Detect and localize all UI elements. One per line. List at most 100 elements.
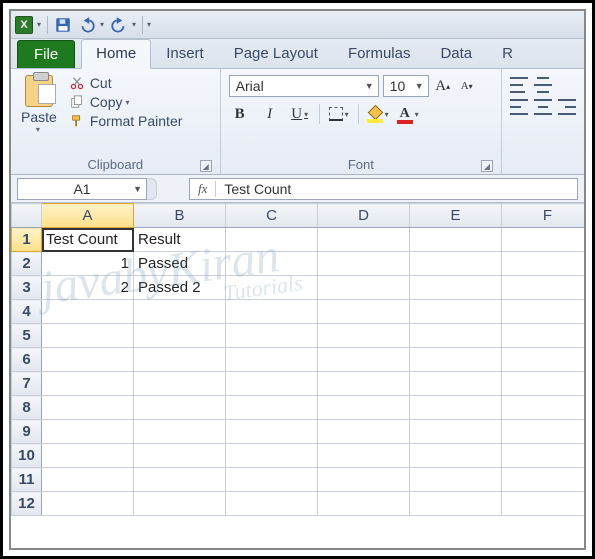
col-header-C[interactable]: C bbox=[226, 204, 318, 228]
row-header-8[interactable]: 8 bbox=[12, 396, 42, 420]
cell[interactable] bbox=[226, 468, 318, 492]
cell[interactable] bbox=[410, 468, 502, 492]
row-header-11[interactable]: 11 bbox=[12, 468, 42, 492]
cell[interactable] bbox=[134, 324, 226, 348]
cell-C1[interactable] bbox=[226, 228, 318, 252]
paste-dropdown-icon[interactable]: ▾ bbox=[36, 125, 40, 134]
undo-icon[interactable] bbox=[78, 16, 96, 34]
cell[interactable] bbox=[42, 444, 134, 468]
cell-C2[interactable] bbox=[226, 252, 318, 276]
cell-A3[interactable]: 2 bbox=[42, 276, 134, 300]
qat-customize-icon[interactable]: ▾ bbox=[147, 20, 151, 29]
cell[interactable] bbox=[134, 492, 226, 516]
cell[interactable] bbox=[502, 348, 585, 372]
underline-button[interactable]: U▾ bbox=[289, 103, 311, 125]
cell[interactable] bbox=[410, 492, 502, 516]
cell-B3[interactable]: Passed 2 bbox=[134, 276, 226, 300]
tab-insert[interactable]: Insert bbox=[151, 39, 219, 68]
cell[interactable] bbox=[226, 324, 318, 348]
cell[interactable] bbox=[410, 444, 502, 468]
cell[interactable] bbox=[318, 324, 410, 348]
row-header-6[interactable]: 6 bbox=[12, 348, 42, 372]
cell-D2[interactable] bbox=[318, 252, 410, 276]
row-header-9[interactable]: 9 bbox=[12, 420, 42, 444]
cell-E1[interactable] bbox=[410, 228, 502, 252]
cell-D3[interactable] bbox=[318, 276, 410, 300]
font-color-button[interactable]: A▾ bbox=[397, 103, 419, 125]
row-header-1[interactable]: 1 bbox=[12, 228, 42, 252]
cell[interactable] bbox=[318, 300, 410, 324]
row-header-12[interactable]: 12 bbox=[12, 492, 42, 516]
cell[interactable] bbox=[410, 420, 502, 444]
tab-data[interactable]: Data bbox=[425, 39, 487, 68]
align-right-button[interactable] bbox=[558, 99, 576, 115]
cell[interactable] bbox=[318, 348, 410, 372]
align-left-button[interactable] bbox=[510, 99, 528, 115]
cell[interactable] bbox=[134, 420, 226, 444]
cell[interactable] bbox=[42, 492, 134, 516]
redo-icon[interactable] bbox=[110, 16, 128, 34]
cell[interactable] bbox=[134, 348, 226, 372]
cell-B1[interactable]: Result bbox=[134, 228, 226, 252]
cell[interactable] bbox=[502, 444, 585, 468]
name-box-resize-handle[interactable] bbox=[147, 178, 157, 200]
cell-F2[interactable] bbox=[502, 252, 585, 276]
align-top-button[interactable] bbox=[510, 77, 528, 93]
cell[interactable] bbox=[226, 300, 318, 324]
formula-input[interactable]: fx Test Count bbox=[189, 178, 578, 200]
tab-review-cut[interactable]: R bbox=[487, 39, 528, 68]
cell[interactable] bbox=[410, 348, 502, 372]
row-header-10[interactable]: 10 bbox=[12, 444, 42, 468]
tab-formulas[interactable]: Formulas bbox=[333, 39, 426, 68]
col-header-F[interactable]: F bbox=[502, 204, 585, 228]
cell[interactable] bbox=[502, 492, 585, 516]
cell[interactable] bbox=[226, 396, 318, 420]
format-painter-button[interactable]: Format Painter bbox=[69, 113, 183, 129]
cell[interactable] bbox=[42, 468, 134, 492]
col-header-A[interactable]: A bbox=[42, 204, 134, 228]
cell[interactable] bbox=[502, 396, 585, 420]
cell-B2[interactable]: Passed bbox=[134, 252, 226, 276]
tab-page-layout[interactable]: Page Layout bbox=[219, 39, 333, 68]
row-header-2[interactable]: 2 bbox=[12, 252, 42, 276]
cell[interactable] bbox=[134, 300, 226, 324]
fx-icon[interactable]: fx bbox=[190, 181, 216, 197]
italic-button[interactable]: I bbox=[259, 103, 281, 125]
col-header-D[interactable]: D bbox=[318, 204, 410, 228]
cell[interactable] bbox=[226, 420, 318, 444]
row-header-7[interactable]: 7 bbox=[12, 372, 42, 396]
cut-button[interactable]: Cut bbox=[69, 75, 183, 91]
undo-dropdown-icon[interactable]: ▾ bbox=[100, 20, 104, 29]
cell[interactable] bbox=[42, 348, 134, 372]
col-header-E[interactable]: E bbox=[410, 204, 502, 228]
decrease-font-button[interactable]: A▾ bbox=[457, 75, 477, 97]
cell[interactable] bbox=[318, 468, 410, 492]
cell-E2[interactable] bbox=[410, 252, 502, 276]
cell[interactable] bbox=[226, 492, 318, 516]
cell[interactable] bbox=[42, 300, 134, 324]
row-header-5[interactable]: 5 bbox=[12, 324, 42, 348]
cell-E3[interactable] bbox=[410, 276, 502, 300]
redo-dropdown-icon[interactable]: ▾ bbox=[132, 20, 136, 29]
cell[interactable] bbox=[226, 348, 318, 372]
cell[interactable] bbox=[134, 372, 226, 396]
cell[interactable] bbox=[502, 372, 585, 396]
cell[interactable] bbox=[42, 396, 134, 420]
cell[interactable] bbox=[134, 396, 226, 420]
tab-home[interactable]: Home bbox=[81, 39, 151, 69]
cell-F3[interactable] bbox=[502, 276, 585, 300]
cell[interactable] bbox=[410, 372, 502, 396]
cell[interactable] bbox=[42, 372, 134, 396]
cell-D1[interactable] bbox=[318, 228, 410, 252]
cell-F1[interactable] bbox=[502, 228, 585, 252]
select-all-corner[interactable] bbox=[12, 204, 42, 228]
row-header-4[interactable]: 4 bbox=[12, 300, 42, 324]
cell-A1[interactable]: Test Count bbox=[42, 228, 134, 252]
cell[interactable] bbox=[134, 468, 226, 492]
borders-button[interactable]: ▾ bbox=[328, 103, 350, 125]
cell-C3[interactable] bbox=[226, 276, 318, 300]
cell[interactable] bbox=[42, 324, 134, 348]
worksheet-grid[interactable]: javabyKiran Tutorials A B C D E F bbox=[11, 203, 584, 548]
fill-color-button[interactable]: ▾ bbox=[367, 103, 389, 125]
cell[interactable] bbox=[226, 444, 318, 468]
